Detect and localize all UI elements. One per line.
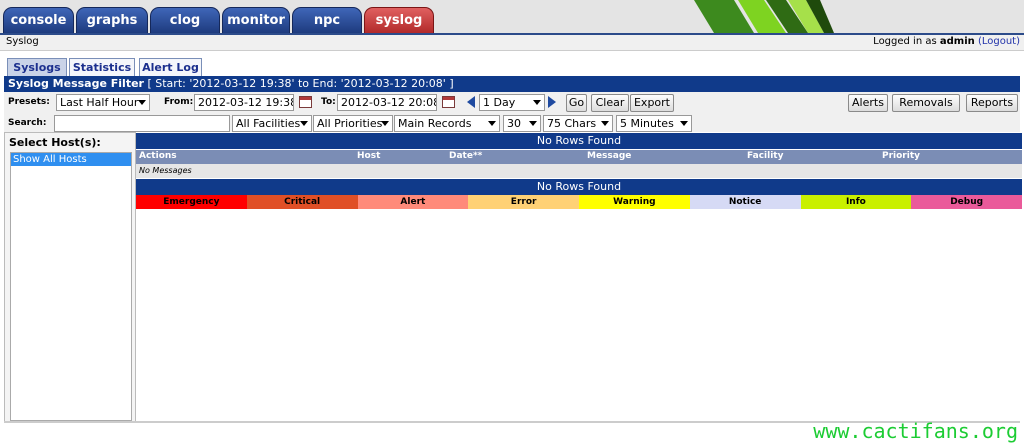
legend-warning: Warning xyxy=(579,195,690,209)
subtab-alert-log[interactable]: Alert Log xyxy=(139,58,202,76)
chevron-down-icon xyxy=(529,121,537,126)
tab-monitor[interactable]: monitor xyxy=(222,7,290,33)
chevron-down-icon xyxy=(381,121,389,126)
to-date-input[interactable]: 2012-03-12 20:08 xyxy=(337,94,437,111)
legend-debug: Debug xyxy=(911,195,1022,209)
chars-select[interactable]: 75 Chars xyxy=(543,115,613,132)
host-panel-title: Select Host(s): xyxy=(9,136,101,149)
shift-left-arrow-icon[interactable] xyxy=(467,96,475,108)
filter-row-1: Presets: Last Half Hour From: 2012-03-12… xyxy=(4,92,1020,114)
records-value: Main Records xyxy=(398,117,472,130)
top-nav-bar: console graphs clog monitor npc syslog xyxy=(0,0,1024,35)
filter-title: Syslog Message Filter xyxy=(8,77,144,90)
go-button[interactable]: Go xyxy=(566,94,587,112)
filter-range: [ Start: '2012-03-12 19:38' to End: '201… xyxy=(147,77,454,90)
header-stripes-graphic xyxy=(694,0,1024,33)
from-date-input[interactable]: 2012-03-12 19:38 xyxy=(194,94,294,111)
chevron-down-icon xyxy=(300,121,308,126)
filter-header: Syslog Message Filter [ Start: '2012-03-… xyxy=(4,76,1020,92)
host-panel: Select Host(s): Show All Hosts xyxy=(4,132,136,423)
legend-info: Info xyxy=(800,195,912,209)
removals-button[interactable]: Removals xyxy=(892,94,960,112)
chevron-down-icon xyxy=(533,100,541,105)
search-input[interactable] xyxy=(54,115,230,132)
chevron-down-icon xyxy=(680,121,688,126)
priority-legend: Emergency Critical Alert Error Warning N… xyxy=(136,195,1022,209)
legend-alert: Alert xyxy=(357,195,469,209)
legend-notice: Notice xyxy=(689,195,801,209)
subtab-syslogs[interactable]: Syslogs xyxy=(7,58,67,76)
results-bottom-bar: No Rows Found xyxy=(136,179,1022,195)
tab-console[interactable]: console xyxy=(3,7,74,33)
subtab-statistics[interactable]: Statistics xyxy=(69,58,135,76)
tab-syslog[interactable]: syslog xyxy=(364,7,434,33)
calendar-icon[interactable] xyxy=(299,96,312,108)
empty-message: No Messages xyxy=(136,164,1022,178)
reports-button[interactable]: Reports xyxy=(966,94,1018,112)
presets-value: Last Half Hour xyxy=(60,96,139,109)
column-facility[interactable]: Facility xyxy=(747,151,783,161)
timespan-value: 1 Day xyxy=(483,96,516,109)
column-date[interactable]: Date** xyxy=(449,151,482,161)
logout-link[interactable]: (Logout) xyxy=(978,36,1020,47)
alerts-button[interactable]: Alerts xyxy=(848,94,888,112)
column-actions[interactable]: Actions xyxy=(139,151,177,161)
presets-label: Presets: xyxy=(8,97,50,107)
legend-critical: Critical xyxy=(246,195,358,209)
priorities-select[interactable]: All Priorities xyxy=(313,115,393,132)
login-user: admin xyxy=(939,36,975,47)
chars-value: 75 Chars xyxy=(547,117,597,130)
login-info: Logged in as admin (Logout) xyxy=(873,36,1020,47)
priorities-value: All Priorities xyxy=(317,117,383,130)
host-item-all[interactable]: Show All Hosts xyxy=(11,153,131,166)
host-list[interactable]: Show All Hosts xyxy=(10,152,132,421)
legend-error: Error xyxy=(468,195,579,209)
from-label: From: xyxy=(164,97,194,107)
calendar-icon[interactable] xyxy=(442,96,455,108)
column-priority[interactable]: Priority xyxy=(882,151,920,161)
chevron-down-icon xyxy=(488,121,496,126)
timespan-select[interactable]: 1 Day xyxy=(479,94,545,111)
filter-row-2: Search: All Facilities All Priorities Ma… xyxy=(4,114,1020,132)
rows-value: 30 xyxy=(507,117,521,130)
presets-select[interactable]: Last Half Hour xyxy=(56,94,150,111)
chevron-down-icon xyxy=(138,100,146,105)
refresh-select[interactable]: 5 Minutes xyxy=(616,115,692,132)
column-host[interactable]: Host xyxy=(357,151,380,161)
refresh-value: 5 Minutes xyxy=(620,117,674,130)
column-message[interactable]: Message xyxy=(587,151,631,161)
breadcrumb-bar: Syslog Logged in as admin (Logout) xyxy=(0,35,1024,51)
facilities-select[interactable]: All Facilities xyxy=(232,115,312,132)
results-column-headers: Actions Host Date** Message Facility Pri… xyxy=(136,150,1022,164)
tab-graphs[interactable]: graphs xyxy=(76,7,148,33)
watermark: www.cactifans.org xyxy=(813,419,1018,443)
shift-right-arrow-icon[interactable] xyxy=(548,96,556,108)
tab-npc[interactable]: npc xyxy=(292,7,362,33)
legend-emergency: Emergency xyxy=(136,195,247,209)
rows-select[interactable]: 30 xyxy=(503,115,541,132)
facilities-value: All Facilities xyxy=(236,117,301,130)
to-label: To: xyxy=(321,97,336,107)
tab-clog[interactable]: clog xyxy=(150,7,220,33)
search-label: Search: xyxy=(8,118,47,128)
chevron-down-icon xyxy=(601,121,609,126)
login-prefix: Logged in as xyxy=(873,36,937,47)
records-select[interactable]: Main Records xyxy=(394,115,500,132)
export-button[interactable]: Export xyxy=(630,94,674,112)
clear-button[interactable]: Clear xyxy=(591,94,629,112)
breadcrumb: Syslog xyxy=(6,36,39,47)
results-top-bar: No Rows Found xyxy=(136,133,1022,149)
